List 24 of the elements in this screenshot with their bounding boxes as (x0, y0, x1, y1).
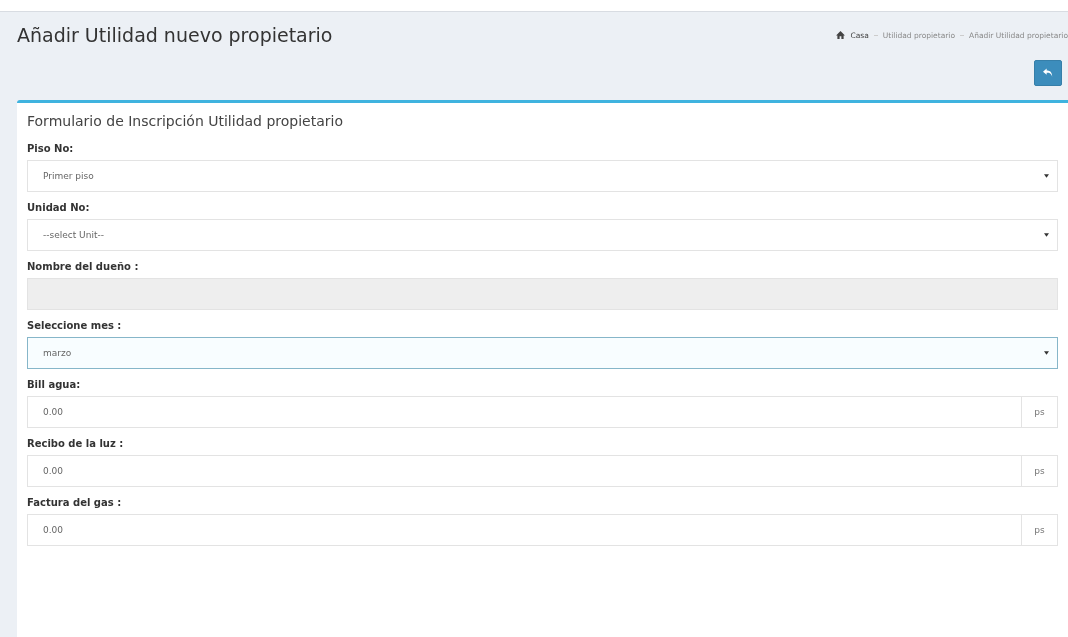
input-field[interactable]: 0.00 (27, 396, 1022, 428)
select-field[interactable]: marzo (27, 337, 1058, 369)
currency-addon: ps (1022, 396, 1058, 428)
field-label: Seleccione mes : (27, 320, 123, 331)
reply-icon (1042, 68, 1054, 78)
select-field[interactable]: --select Unit-- (27, 219, 1058, 251)
field-label: Bill agua: (27, 379, 82, 390)
home-icon (836, 31, 846, 39)
form-title: Formulario de Inscripción Utilidad propietario (27, 113, 344, 131)
field-label: Factura del gas : (27, 497, 123, 508)
select-field[interactable]: Primer piso (27, 160, 1058, 192)
currency-addon: ps (1022, 514, 1058, 546)
caret-icon (1044, 233, 1049, 237)
field-label: Recibo de la luz : (27, 438, 125, 449)
field-label: Piso No: (27, 143, 75, 154)
input-field[interactable]: 0.00 (27, 455, 1022, 487)
field-label: Unidad No: (27, 202, 91, 213)
currency-addon: ps (1022, 455, 1058, 487)
caret-icon (1044, 351, 1049, 355)
caret-icon (1044, 174, 1049, 178)
input-field[interactable]: 0.00 (27, 514, 1022, 546)
field-label: Nombre del dueño : (27, 261, 140, 272)
page-title: Añadir Utilidad nuevo propietario (17, 24, 333, 46)
back-button[interactable] (1034, 60, 1062, 86)
